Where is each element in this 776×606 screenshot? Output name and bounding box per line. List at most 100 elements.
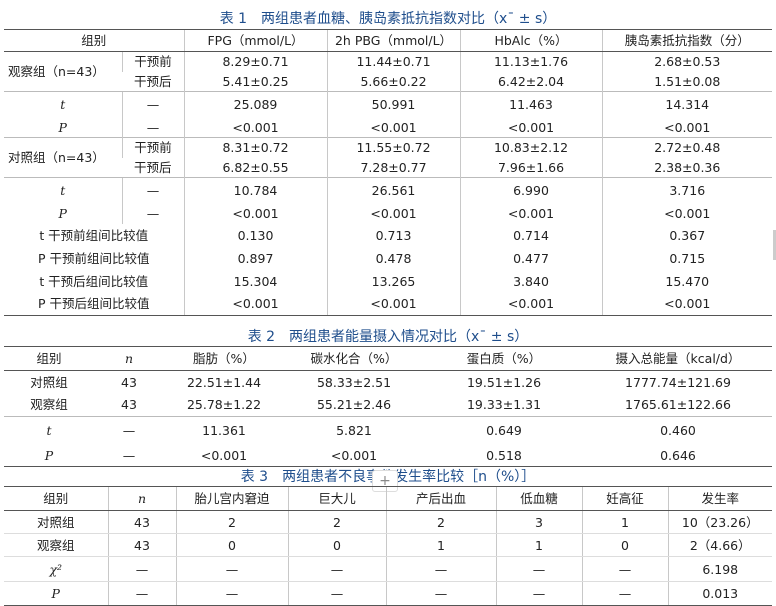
cell: 1 (385, 533, 496, 557)
cell: <0.001 (601, 203, 773, 224)
header-n: n (94, 346, 164, 371)
cell: 2.68±0.53 (601, 51, 773, 72)
cell: 15.470 (601, 269, 773, 293)
cell: 2（4.66） (667, 533, 772, 557)
cell: 58.33±2.51 (316, 374, 392, 390)
dash: — (581, 581, 668, 606)
table-row: t — 11.361 5.821 0.649 0.460 (4, 416, 772, 445)
dash: — (121, 177, 185, 204)
cell: 11.55±0.72 (326, 137, 461, 158)
cell: 0.130 (183, 223, 328, 247)
table-row: χ² — — — — — — 6.198 (4, 556, 772, 582)
cell: 10.784 (183, 177, 328, 204)
cell: 6.42±2.04 (459, 71, 603, 92)
dash: — (175, 556, 288, 582)
ctrl-group-label: 对照组（n=43） (4, 137, 122, 178)
header-insulin-resistance: 胰岛素抵抗指数（分） (601, 29, 773, 52)
cell: 19.33±1.31 (466, 397, 542, 413)
cell: <0.001 (284, 444, 424, 467)
t-symbol: t (4, 91, 122, 118)
cell: 10.83±2.12 (459, 137, 603, 158)
cell: 6.198 (667, 556, 772, 582)
after-label: 干预后 (134, 159, 172, 175)
header-fpg: FPG（mmol/L） (183, 29, 328, 52)
cell: 1765.61±122.66 (625, 397, 731, 413)
table-row: 对照组 43 22.51±1.44 58.33±2.51 19.51±1.26 … (4, 371, 772, 394)
header-group: 组别 (4, 29, 185, 52)
table-row: t — 10.784 26.561 6.990 3.716 (4, 177, 773, 204)
cell: 7.96±1.66 (459, 157, 603, 178)
cell: 0.367 (601, 223, 773, 247)
cell: 0.478 (326, 246, 461, 270)
cell: 11.13±1.76 (459, 51, 603, 72)
p-after-label: P 干预后组间比较值 (4, 292, 185, 316)
table-row: t 干预后组间比较值 15.304 13.265 3.840 15.470 (4, 269, 773, 293)
header-2h-pbg: 2h PBG（mmol/L） (326, 29, 461, 52)
header-hypoglycemia: 低血糖 (495, 486, 582, 511)
cell: <0.001 (326, 203, 461, 224)
cell: 0 (287, 533, 386, 557)
cell: <0.001 (164, 444, 284, 467)
cell: 0.715 (601, 246, 773, 270)
cell: 对照组 (4, 510, 108, 534)
after-label: 干预后 (134, 73, 172, 89)
table3: 组别 n 胎儿宫内窘迫 巨大儿 产后出血 低血糖 妊高征 发生率 对照组 43 … (4, 486, 772, 606)
cell: <0.001 (459, 203, 603, 224)
dash: — (287, 581, 386, 606)
table1-header-row: 组别 FPG（mmol/L） 2h PBG（mmol/L） HbAlc（%） 胰… (4, 29, 773, 52)
dash: — (121, 91, 185, 118)
cell: 15.304 (183, 269, 328, 293)
table-row: 观察组（n=43） 干预前 8.29±0.71 11.44±0.71 11.13… (4, 51, 773, 79)
cell: 50.991 (326, 91, 461, 118)
dash: — (107, 581, 176, 606)
cell: 1 (495, 533, 582, 557)
table2-header-row: 组别 n 脂肪（%） 碳水化合（%） 蛋白质（%） 摄入总能量（kcal/d） (4, 346, 772, 371)
cell: 2.72±0.48 (601, 137, 773, 158)
table1: 组别 FPG（mmol/L） 2h PBG（mmol/L） HbAlc（%） 胰… (4, 29, 773, 316)
cell: 6.990 (459, 177, 603, 204)
cell: 5.821 (284, 416, 424, 445)
dash: — (107, 556, 176, 582)
cell: 0 (175, 533, 288, 557)
header-postpartum-hemorrhage: 产后出血 (385, 486, 496, 511)
cell: 0.649 (424, 416, 584, 445)
cell: 2.38±0.36 (601, 157, 773, 178)
cell: 对照组 (30, 374, 68, 390)
cell: 5.41±0.25 (183, 71, 328, 92)
cell: 26.561 (326, 177, 461, 204)
table-row: P — <0.001 <0.001 <0.001 <0.001 (4, 203, 773, 224)
cell: 0.460 (584, 416, 772, 445)
cell: 43 (121, 397, 137, 413)
cell: 0.713 (326, 223, 461, 247)
p-before-label: P 干预前组间比较值 (38, 250, 150, 266)
cell: 43 (107, 533, 176, 557)
cell: 6.82±0.55 (183, 157, 328, 178)
p-symbol: P (4, 444, 94, 467)
cell: <0.001 (459, 292, 603, 316)
p-symbol: P (58, 119, 67, 135)
header-fetal-distress: 胎儿宫内窘迫 (175, 486, 288, 511)
header-n: n (107, 486, 176, 511)
cell: 3.716 (601, 177, 773, 204)
t-before-label: t 干预前组间比较值 (39, 227, 149, 243)
p-symbol: P (58, 206, 67, 221)
cell: <0.001 (601, 292, 773, 316)
cell: 13.265 (326, 269, 461, 293)
cell: 3 (495, 510, 582, 534)
t-symbol: t (4, 416, 94, 445)
cell: 8.31±0.72 (183, 137, 328, 158)
cell: 11.463 (459, 91, 603, 118)
cell: 14.314 (601, 91, 773, 118)
cell: 10（23.26） (667, 510, 772, 534)
header-carb: 碳水化合（%） (284, 346, 424, 371)
header-macrosomia: 巨大儿 (287, 486, 386, 511)
table-row: t 干预前组间比较值 0.130 0.713 0.714 0.367 (4, 223, 773, 247)
cell: 43 (121, 374, 137, 390)
cell: 2 (287, 510, 386, 534)
table-row: P — — — — — — 0.013 (4, 581, 772, 606)
cell: 2 (175, 510, 288, 534)
cell: <0.001 (183, 292, 328, 316)
cell: 55.21±2.46 (316, 397, 392, 413)
header-fat: 脂肪（%） (164, 346, 284, 371)
dash: — (121, 117, 185, 138)
